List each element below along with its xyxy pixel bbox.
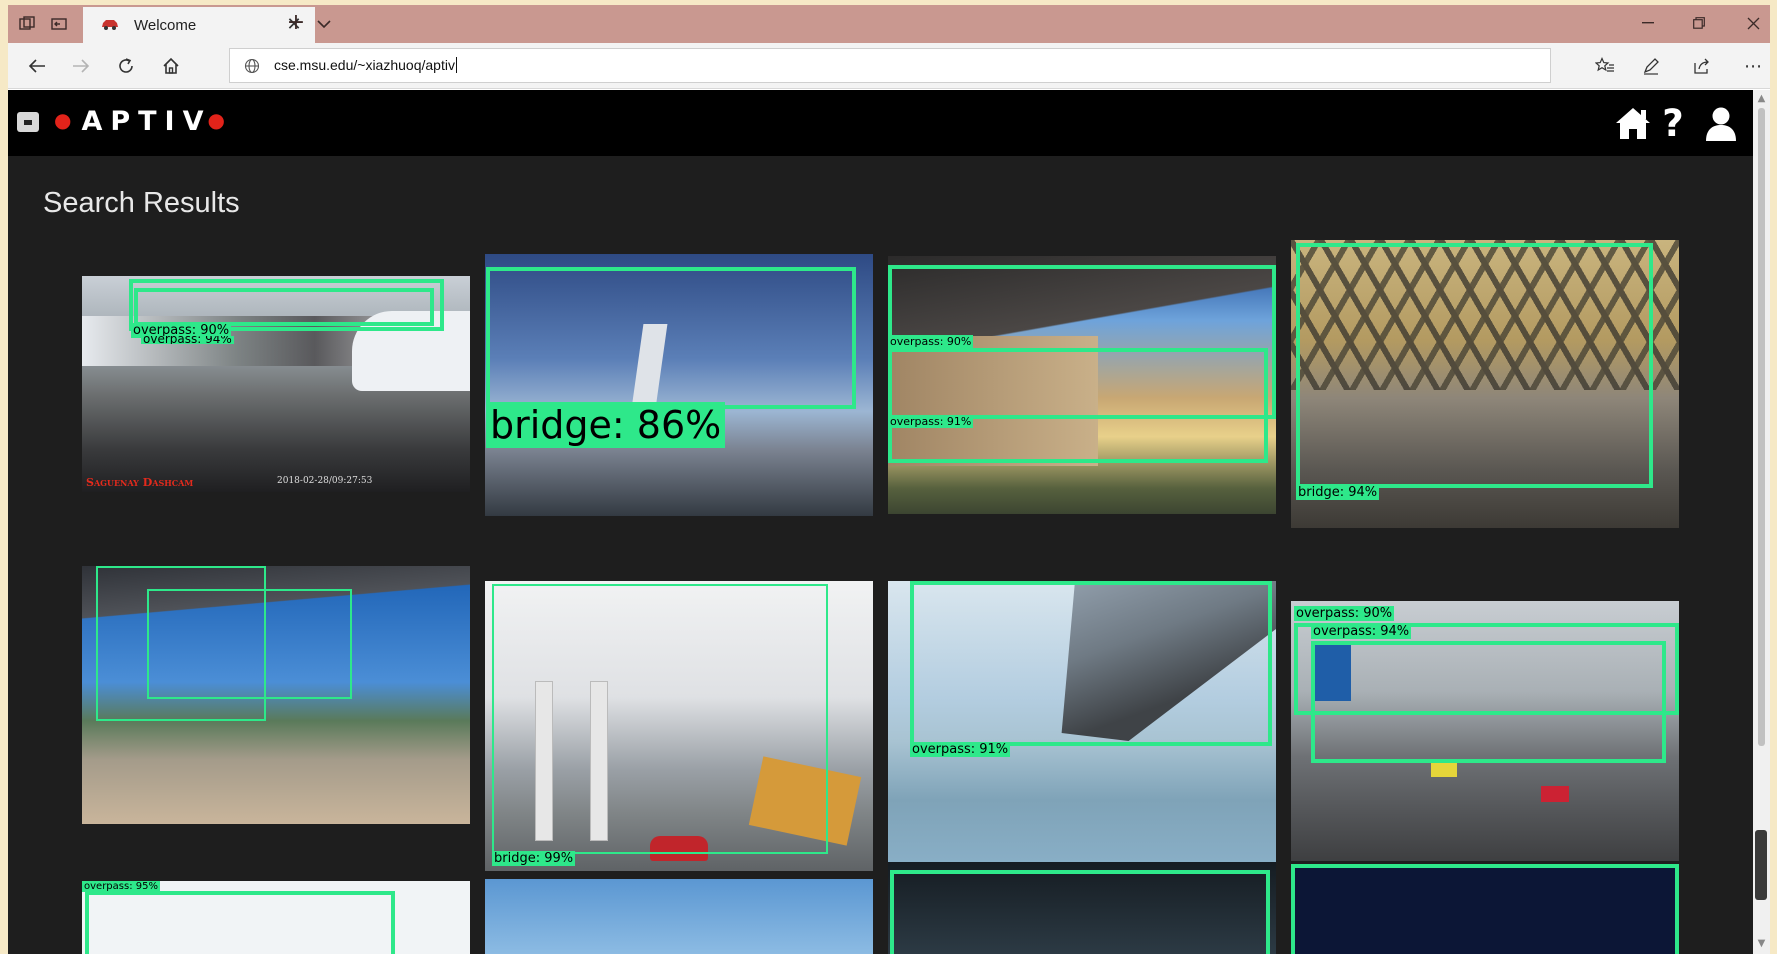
result-image-truss-bridge[interactable]: bridge: 94% <box>1291 240 1679 528</box>
vertical-scrollbar[interactable]: ▲ ▼ <box>1753 90 1770 954</box>
user-icon[interactable] <box>1701 105 1741 143</box>
help-icon[interactable]: ? <box>1658 105 1688 143</box>
tab-list-chevron-icon[interactable] <box>311 12 337 36</box>
detection-box <box>492 584 828 854</box>
result-image-row3-4[interactable] <box>1291 864 1679 954</box>
forward-button[interactable] <box>66 52 96 80</box>
close-window-button[interactable] <box>1730 9 1770 37</box>
scroll-grip[interactable] <box>1755 830 1767 900</box>
detection-box <box>134 288 434 326</box>
share-icon[interactable] <box>1687 52 1717 80</box>
scroll-up-arrow-icon[interactable]: ▲ <box>1753 90 1770 106</box>
address-input[interactable]: cse.msu.edu/~xiazhuoq/aptiv <box>274 57 457 73</box>
result-image-city-overpass[interactable]: overpass: 90% overpass: 94% <box>1291 601 1679 861</box>
site-header: ● APTIV● ? <box>8 90 1753 156</box>
car-favicon-icon <box>102 20 118 30</box>
result-image-overpass-sun[interactable]: overpass: 90% overpass: 91% <box>888 256 1276 514</box>
detection-label: overpass: 90% <box>1294 606 1395 621</box>
detection-box <box>147 589 352 699</box>
result-image-row3-2[interactable] <box>485 879 873 954</box>
home-button[interactable] <box>156 52 186 80</box>
detection-label: overpass: 94% <box>1311 624 1412 639</box>
detection-box <box>1296 243 1653 488</box>
web-page: ● APTIV● ? Search Results overpass: 90% o… <box>8 90 1753 954</box>
set-aside-tabs-icon[interactable] <box>46 12 72 36</box>
minimize-button[interactable] <box>1625 9 1671 37</box>
detection-label: overpass: 91% <box>910 742 1011 757</box>
refresh-button[interactable] <box>111 52 141 80</box>
menu-square-icon[interactable] <box>17 112 39 132</box>
detection-box <box>890 870 1270 954</box>
favorites-icon[interactable] <box>1590 52 1620 80</box>
home-icon[interactable] <box>1613 105 1653 143</box>
more-menu-icon[interactable]: ⋯ <box>1738 52 1768 80</box>
result-image-cable-bridge[interactable]: bridge: 86% <box>485 254 873 516</box>
page-title: Search Results <box>43 187 240 219</box>
detection-label: overpass: 90% <box>888 335 974 348</box>
browser-window: Welcome ✕ + cse.msu.edu/~xiazhuoq/aptiv … <box>8 5 1770 954</box>
dashcam-timestamp: 2018-02-28/09:27:53 <box>277 476 373 486</box>
aptiv-logo[interactable]: ● APTIV● <box>52 106 235 137</box>
dashcam-watermark: Saguenay Dashcam <box>86 476 194 489</box>
detection-label: bridge: 99% <box>492 851 576 866</box>
detection-box <box>1291 864 1679 954</box>
detection-box <box>888 348 1268 463</box>
scrollbar-thumb[interactable] <box>1758 108 1765 746</box>
detection-label: overpass: 91% <box>888 415 974 428</box>
result-image-highway-underpass[interactable] <box>82 566 470 824</box>
result-image-illustrated-overpass[interactable]: overpass: 91% <box>888 581 1276 873</box>
result-image-row3-1[interactable]: overpass: 95% <box>82 881 470 954</box>
result-image-snowy-overpass[interactable]: overpass: 90% overpass: 94% Saguenay Das… <box>82 276 470 492</box>
restore-button[interactable] <box>1676 9 1722 37</box>
globe-icon <box>244 58 260 74</box>
result-image-row3-3[interactable] <box>888 862 1276 954</box>
notes-pen-icon[interactable] <box>1636 52 1666 80</box>
title-bar: Welcome ✕ + <box>8 5 1770 43</box>
result-image-suspension-bridge[interactable]: bridge: 99% <box>485 581 873 871</box>
navigation-bar: cse.msu.edu/~xiazhuoq/aptiv ⋯ <box>8 43 1770 89</box>
new-tab-button[interactable]: + <box>281 10 311 35</box>
detection-label: overpass: 94% <box>141 336 234 344</box>
detection-label: overpass: 95% <box>82 881 160 892</box>
detection-box <box>910 581 1272 746</box>
detection-label: bridge: 86% <box>486 402 726 448</box>
scroll-down-arrow-icon[interactable]: ▼ <box>1753 935 1770 951</box>
detection-box <box>486 267 856 409</box>
tab-actions-icon[interactable] <box>14 12 40 36</box>
tab-title: Welcome <box>134 17 197 34</box>
back-button[interactable] <box>22 52 52 80</box>
detection-box <box>85 891 395 954</box>
address-bar[interactable]: cse.msu.edu/~xiazhuoq/aptiv <box>229 48 1551 83</box>
detection-label: bridge: 94% <box>1296 485 1380 500</box>
detection-box <box>1311 641 1666 763</box>
